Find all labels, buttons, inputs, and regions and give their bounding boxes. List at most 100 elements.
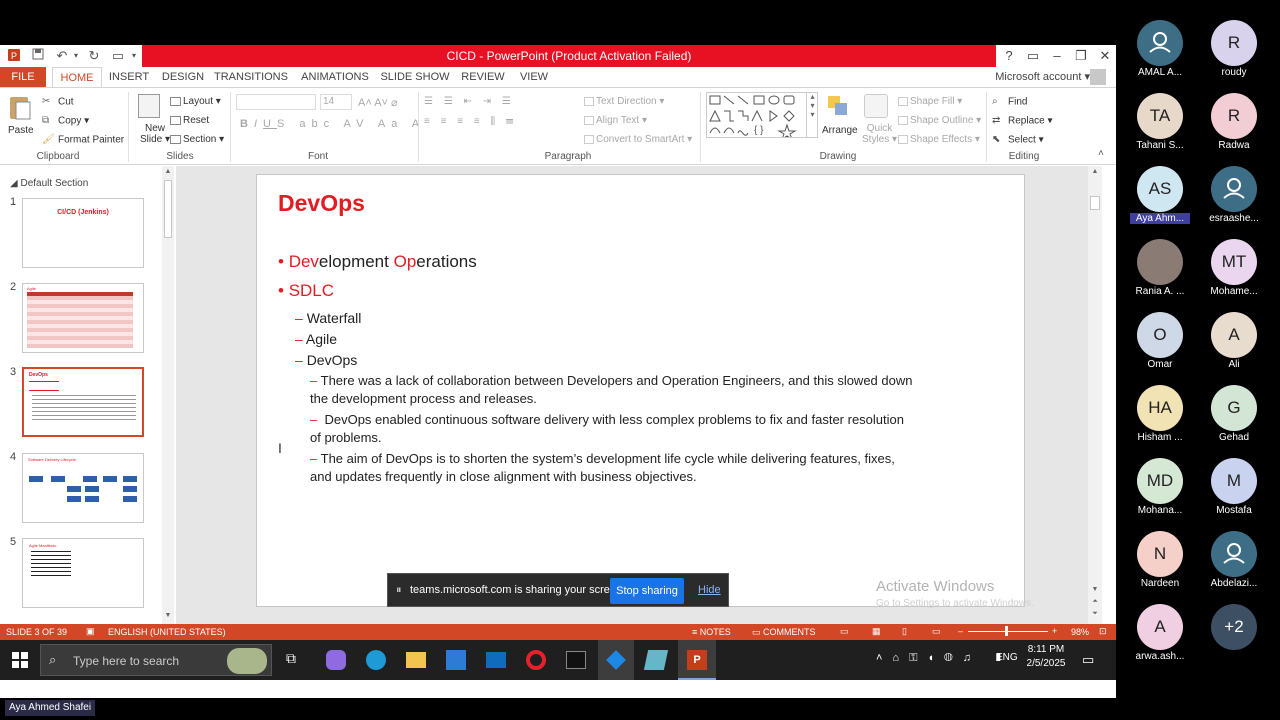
zoom-out-icon[interactable]: – bbox=[958, 626, 963, 636]
save-icon[interactable] bbox=[30, 48, 46, 64]
participant-avatar[interactable]: MD bbox=[1137, 458, 1183, 504]
next-slide-icon[interactable]: ⏷ bbox=[1090, 610, 1100, 618]
ribbon-display-icon[interactable]: ▭ bbox=[1022, 47, 1044, 65]
terminal-icon[interactable] bbox=[566, 651, 586, 669]
shape-effects-button[interactable]: Shape Effects ▾ bbox=[898, 134, 980, 145]
fit-slide-icon[interactable]: ⊡ bbox=[1099, 626, 1107, 637]
drag-handle-icon[interactable]: ⏸ bbox=[396, 584, 402, 597]
shapes-scroll[interactable]: ▴ ▾ ▾ bbox=[806, 92, 818, 138]
app-icon[interactable] bbox=[643, 650, 669, 670]
participant-avatar[interactable]: N bbox=[1137, 531, 1183, 577]
undo-dropdown-icon[interactable]: ▾ bbox=[68, 48, 84, 64]
zoom-slider[interactable] bbox=[968, 631, 1048, 632]
comments-button[interactable]: ▭ COMMENTS bbox=[752, 627, 816, 638]
reset-button[interactable]: Reset bbox=[170, 115, 209, 126]
scroll-up-icon[interactable]: ▲ bbox=[1090, 168, 1100, 175]
taskbar-app-active[interactable] bbox=[598, 640, 634, 680]
find-button[interactable]: ⌕ Find bbox=[992, 96, 1027, 108]
normal-view-icon[interactable]: ▭ bbox=[840, 626, 849, 637]
participant-avatar[interactable] bbox=[1211, 531, 1257, 577]
zoom-slider-handle[interactable] bbox=[1005, 626, 1008, 636]
copilot-icon[interactable] bbox=[326, 650, 346, 670]
align-text-button[interactable]: Align Text ▾ bbox=[584, 115, 647, 126]
paragraph-aim[interactable]: – The aim of DevOps is to shorten the sy… bbox=[310, 450, 895, 486]
new-slide-button[interactable]: New Slide ▾ bbox=[140, 123, 170, 145]
scroll-down-icon[interactable]: ▼ bbox=[1090, 586, 1100, 593]
slide-thumbnail-1[interactable]: CI/CD (Jenkins) bbox=[22, 198, 144, 268]
tab-review[interactable]: REVIEW bbox=[458, 67, 508, 87]
participant-avatar[interactable]: HA bbox=[1137, 385, 1183, 431]
cut-button[interactable]: ✂ Cut bbox=[42, 96, 74, 108]
spellcheck-icon[interactable]: ▣ bbox=[86, 626, 95, 637]
quick-styles-button[interactable]: Quick Styles ▾ bbox=[862, 123, 897, 145]
shape-outline-button[interactable]: Shape Outline ▾ bbox=[898, 115, 981, 126]
tab-insert[interactable]: INSERT bbox=[106, 67, 152, 87]
store-icon[interactable] bbox=[446, 650, 466, 670]
shapes-gallery[interactable]: { } bbox=[706, 92, 818, 141]
taskbar-search[interactable]: ⌕ Type here to search bbox=[40, 644, 272, 676]
participant-avatar[interactable]: R bbox=[1211, 20, 1257, 66]
maximize-icon[interactable]: ❐ bbox=[1070, 47, 1092, 65]
align-icons[interactable]: ≡ ≡ ≡ ≡ ⫼ ☰ bbox=[424, 116, 517, 127]
help-icon[interactable]: ? bbox=[998, 47, 1020, 65]
shape-fill-button[interactable]: Shape Fill ▾ bbox=[898, 96, 962, 107]
participant-avatar[interactable]: O bbox=[1137, 312, 1183, 358]
minimize-icon[interactable]: – bbox=[1046, 47, 1068, 65]
reading-view-icon[interactable]: ▯ bbox=[902, 626, 907, 637]
font-size-box[interactable]: 14 bbox=[320, 94, 352, 110]
task-view-icon[interactable]: ⧉ bbox=[286, 650, 296, 667]
participant-avatar[interactable] bbox=[1137, 20, 1183, 66]
opera-icon[interactable] bbox=[526, 650, 546, 670]
notifications-icon[interactable]: ▭ bbox=[1082, 652, 1094, 668]
scroll-down-icon[interactable]: ▼ bbox=[163, 612, 173, 619]
bullet-development-operations[interactable]: • Development Operations bbox=[278, 251, 477, 273]
paragraph-collaboration[interactable]: – There was a lack of collaboration betw… bbox=[310, 372, 912, 408]
participant-avatar[interactable]: M bbox=[1211, 458, 1257, 504]
slide-thumbnail-3[interactable]: DevOps bbox=[22, 367, 144, 437]
scroll-thumb[interactable] bbox=[164, 180, 172, 238]
select-button[interactable]: ⬉ Select ▾ bbox=[992, 134, 1044, 146]
participant-avatar[interactable]: MT bbox=[1211, 239, 1257, 285]
clock[interactable]: 8:11 PM 2/5/2025 bbox=[1026, 644, 1066, 669]
replace-button[interactable]: ⇄ Replace ▾ bbox=[992, 115, 1053, 127]
scroll-thumb[interactable] bbox=[1090, 196, 1100, 210]
participant-photo[interactable] bbox=[1137, 239, 1183, 285]
close-icon[interactable]: ✕ bbox=[1094, 47, 1116, 65]
collapse-ribbon-icon[interactable]: ˄ bbox=[1098, 148, 1104, 159]
redo-icon[interactable]: ↻ bbox=[86, 48, 102, 64]
font-family-box[interactable] bbox=[236, 94, 316, 110]
hide-button[interactable]: Hide bbox=[698, 584, 721, 596]
arrange-button[interactable]: Arrange bbox=[822, 125, 858, 136]
slide-thumbnail-4[interactable]: Software Delivery Lifecycle bbox=[22, 453, 144, 523]
participant-avatar[interactable]: AS bbox=[1137, 166, 1183, 212]
slide-title[interactable]: DevOps bbox=[278, 189, 365, 217]
layout-button[interactable]: Layout ▾ bbox=[170, 96, 221, 107]
participant-avatar[interactable]: A bbox=[1211, 312, 1257, 358]
file-explorer-icon[interactable] bbox=[406, 652, 426, 668]
list-icons[interactable]: ☰ ☰ ⇤ ⇥ ☰ bbox=[424, 96, 515, 107]
slideshow-view-icon[interactable]: ▭ bbox=[932, 626, 941, 637]
tab-transitions[interactable]: TRANSITIONS bbox=[214, 67, 288, 87]
scroll-up-icon[interactable]: ▲ bbox=[163, 168, 173, 175]
convert-smartart-button[interactable]: Convert to SmartArt ▾ bbox=[584, 134, 692, 145]
sub-bullet-devops[interactable]: – DevOps bbox=[295, 351, 357, 369]
participant-avatar[interactable] bbox=[1211, 166, 1257, 212]
powerpoint-taskbar-button[interactable]: P bbox=[678, 640, 716, 680]
previous-slide-icon[interactable]: ⏶ bbox=[1090, 598, 1100, 606]
zoom-in-icon[interactable]: + bbox=[1052, 626, 1057, 636]
participant-avatar[interactable]: R bbox=[1211, 93, 1257, 139]
font-format-icons[interactable]: BIUS abc AV Aa A bbox=[240, 118, 425, 130]
tab-design[interactable]: DESIGN bbox=[158, 67, 208, 87]
tab-slide-show[interactable]: SLIDE SHOW bbox=[380, 67, 450, 87]
system-tray-icons[interactable]: ˄⌂⚿◖◍♫ ▮ bbox=[876, 652, 1012, 665]
avatar[interactable] bbox=[1090, 69, 1106, 85]
mail-icon[interactable] bbox=[486, 652, 506, 668]
windows-start-icon[interactable] bbox=[12, 652, 28, 668]
text-direction-button[interactable]: Text Direction ▾ bbox=[584, 96, 664, 107]
slide-thumbnail-5[interactable]: Agile Manifesto bbox=[22, 538, 144, 608]
section-button[interactable]: Section ▾ bbox=[170, 134, 224, 145]
tab-animations[interactable]: ANIMATIONS bbox=[296, 67, 374, 87]
slide-thumbnail-2[interactable]: Agile bbox=[22, 283, 144, 353]
notes-button[interactable]: ≡ NOTES bbox=[692, 627, 731, 637]
tab-view[interactable]: VIEW bbox=[514, 67, 554, 87]
